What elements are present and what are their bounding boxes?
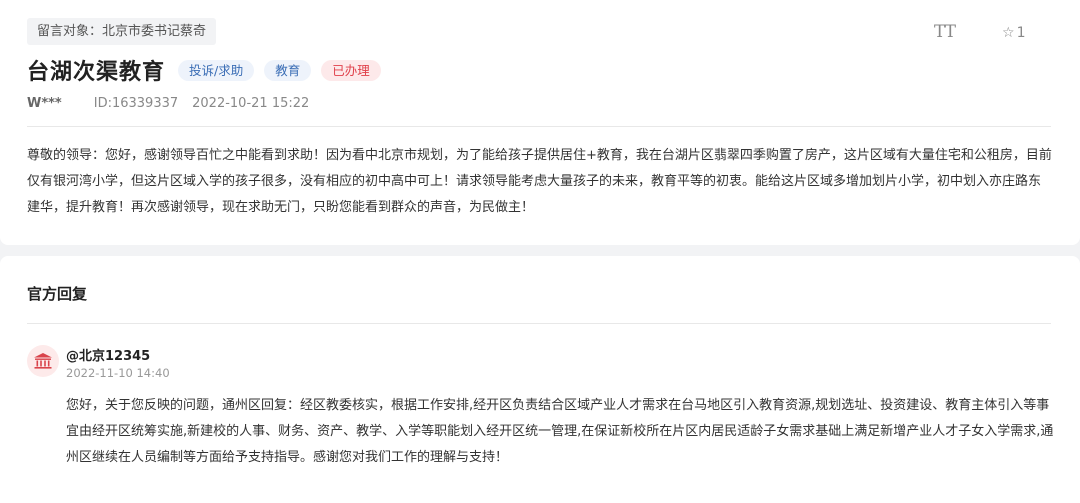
replier-name: @北京12345 xyxy=(66,349,151,364)
avatar xyxy=(27,345,59,377)
favorite-button[interactable]: ☆ 1 xyxy=(1002,25,1025,41)
section-title: 官方回复 xyxy=(27,285,88,303)
message-id: ID:16339337 xyxy=(93,96,179,111)
divider xyxy=(27,126,1051,127)
reply-time: 2022-11-10 14:40 xyxy=(66,366,170,380)
author-name: W*** xyxy=(27,96,62,111)
category-badge: 投诉/求助 xyxy=(178,59,255,81)
favorite-count: 1 xyxy=(1016,25,1026,41)
divider xyxy=(27,323,1051,324)
official-reply-card: 官方回复 @北京12345 2022-11-10 14:40 您好，关于您反映的… xyxy=(0,256,1080,503)
star-outline-icon: ☆ xyxy=(1002,25,1015,41)
message-target-tag: 留言对象：北京市委书记蔡奇 xyxy=(27,18,217,45)
message-time: 2022-10-21 15:22 xyxy=(192,96,310,111)
status-badge: 已办理 xyxy=(321,59,381,81)
government-building-icon xyxy=(34,353,52,369)
title-row: 台湖次渠教育 投诉/求助 教育 已办理 xyxy=(27,55,391,85)
message-content: 尊敬的领导：您好，感谢领导百忙之中能看到求助！因为看中北京市规划，为了能给孩子提… xyxy=(27,148,1052,215)
font-size-toggle[interactable]: TT xyxy=(934,22,956,42)
topic-badge: 教育 xyxy=(264,59,312,81)
message-meta: W*** ID:16339337 2022-10-21 15:22 xyxy=(27,96,309,111)
reply-content: 您好，关于您反映的问题，通州区回复：经区教委核实，根据工作安排,经开区负责结合区… xyxy=(66,398,1054,465)
message-card: 留言对象：北京市委书记蔡奇 TT ☆ 1 台湖次渠教育 投诉/求助 教育 已办理… xyxy=(0,0,1080,245)
page-title: 台湖次渠教育 xyxy=(27,60,166,85)
